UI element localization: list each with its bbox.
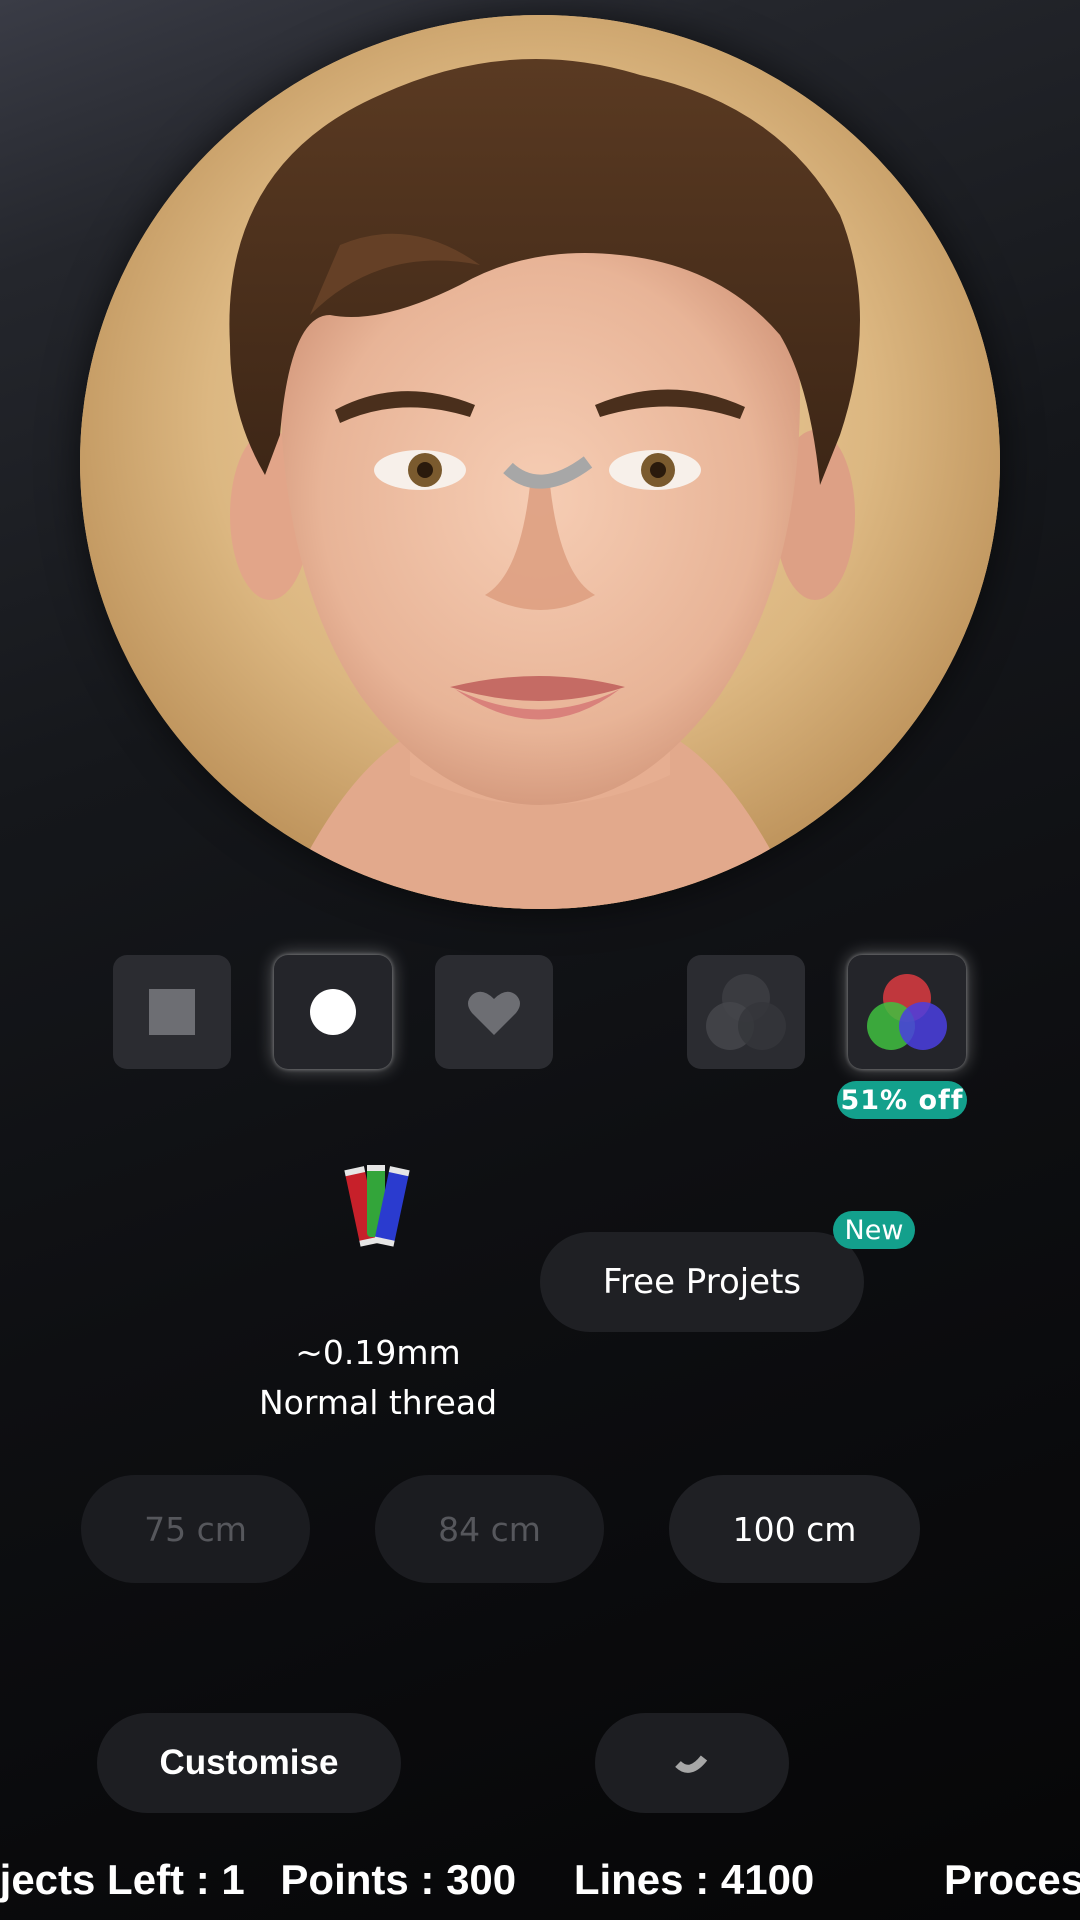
customise-label: Customise: [159, 1743, 339, 1782]
size-100-label: 100 cm: [732, 1509, 857, 1549]
size-100-button[interactable]: 100 cm: [669, 1475, 920, 1583]
size-75-button[interactable]: 75 cm: [81, 1475, 310, 1583]
size-84-label: 84 cm: [438, 1509, 541, 1549]
rgb-mode-button[interactable]: [848, 955, 966, 1069]
spinner-icon: [675, 1755, 708, 1773]
square-icon: [149, 989, 195, 1035]
free-projects-button[interactable]: Free Projets: [540, 1232, 864, 1332]
lines-stat: Lines : 4100: [573, 1856, 815, 1903]
process-stat: Process: [943, 1856, 1080, 1903]
heart-shape-button[interactable]: [435, 955, 553, 1069]
rgb-circles-icon: [867, 974, 947, 1050]
monochrome-circles-icon: [706, 974, 786, 1050]
rgb-threads-icon: [344, 1165, 410, 1247]
heart-icon: [468, 991, 520, 1035]
customise-button[interactable]: Customise: [97, 1713, 401, 1813]
thread-info: ~0.19mm Normal thread: [220, 1328, 536, 1428]
discount-badge: 51% off: [837, 1081, 967, 1119]
circle-icon: [310, 989, 356, 1035]
spinner-arc-icon: [503, 456, 593, 489]
monochrome-mode-button[interactable]: [687, 955, 805, 1069]
size-84-button[interactable]: 84 cm: [375, 1475, 604, 1583]
stats-ticker: ojects Left : 1 Points : 300 Lines : 410…: [0, 1845, 1080, 1915]
circle-shape-button[interactable]: [274, 955, 392, 1069]
new-badge: New: [833, 1211, 915, 1249]
points-stat: Points : 300: [280, 1856, 517, 1903]
size-75-label: 75 cm: [144, 1509, 247, 1549]
free-projects-label: Free Projets: [602, 1262, 802, 1302]
process-button[interactable]: [595, 1713, 789, 1813]
square-shape-button[interactable]: [113, 955, 231, 1069]
thread-type: Normal thread: [258, 1383, 498, 1422]
projects-left-stat: ojects Left : 1: [0, 1856, 245, 1903]
thread-thickness: ~0.19mm: [295, 1333, 461, 1372]
